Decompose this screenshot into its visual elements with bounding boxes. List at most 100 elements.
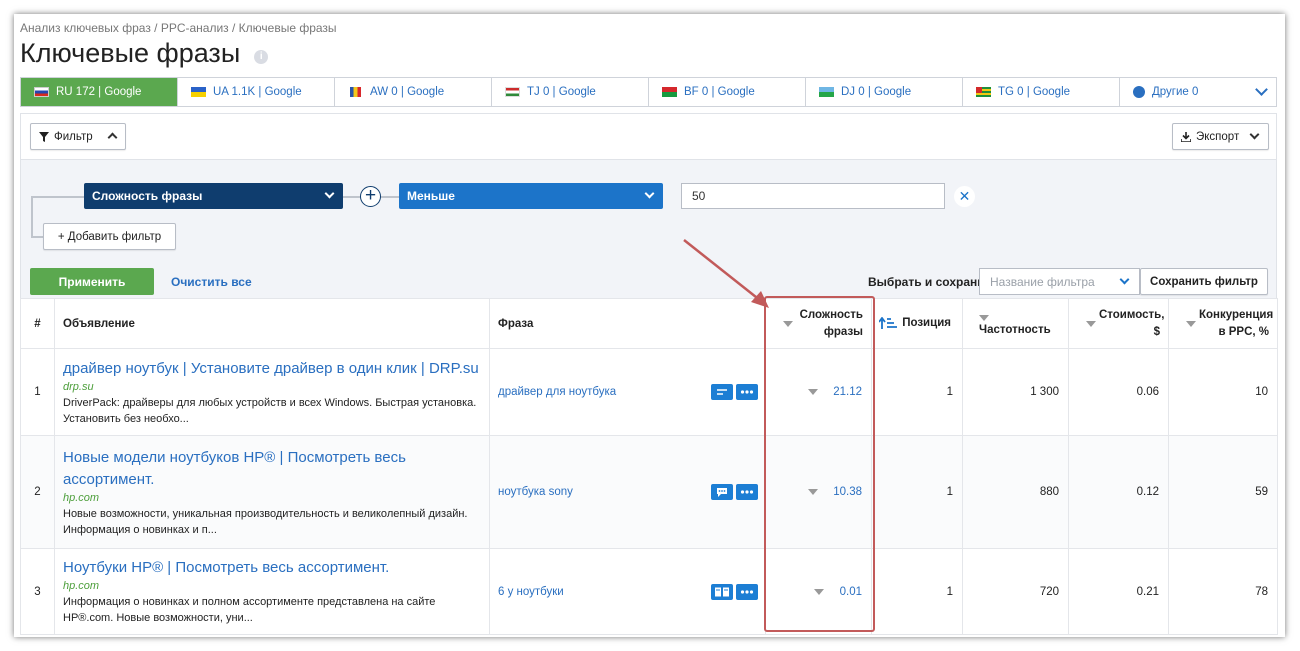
- ad-domain[interactable]: hp.com: [63, 492, 481, 504]
- phrase-link[interactable]: ноутбука sony: [498, 486, 573, 498]
- ad-cell: драйвер ноутбук | Установите драйвер в о…: [54, 348, 490, 436]
- phrase-actions: [710, 584, 758, 600]
- clear-all-link[interactable]: Очистить все: [171, 275, 252, 289]
- page-title: Ключевые фразы i: [20, 38, 269, 69]
- djibouti-flag-icon: [819, 87, 834, 97]
- chat-bubble-icon[interactable]: [710, 484, 733, 500]
- cost-cell: 0.21: [1068, 548, 1169, 635]
- chevron-up-icon: [107, 132, 118, 143]
- globe-icon: [1133, 86, 1145, 98]
- sort-icon: [979, 314, 989, 321]
- ad-cell: Новые модели ноутбуков HP® | Посмотреть …: [54, 435, 490, 549]
- tab-tg[interactable]: TG 0 | Google: [963, 78, 1120, 106]
- frequency-cell: 720: [962, 548, 1069, 635]
- aruba-flag-icon: [350, 87, 361, 97]
- tab-ru[interactable]: RU 172 | Google: [21, 78, 178, 106]
- frequency-cell: 880: [962, 435, 1069, 549]
- burkina-faso-flag-icon: [662, 87, 677, 97]
- chevron-down-icon: [1249, 129, 1260, 140]
- table-row: 1 драйвер ноутбук | Установите драйвер в…: [20, 348, 1278, 436]
- add-condition-button[interactable]: +: [360, 186, 381, 207]
- ad-domain[interactable]: drp.su: [63, 381, 481, 393]
- filter-button[interactable]: Фильтр: [30, 123, 126, 150]
- filter-operator-dropdown[interactable]: Меньше: [399, 183, 663, 209]
- ad-description: Информация о новинках и полном ассортиме…: [63, 596, 436, 624]
- filter-panel: Фильтр Экспорт Сложность фразы + Меньше …: [20, 113, 1277, 298]
- text-lines-icon[interactable]: [710, 384, 733, 400]
- phrase-cell: ноутбука sony: [489, 435, 766, 549]
- add-filter-button[interactable]: + Добавить фильтр: [43, 223, 176, 250]
- annotation-arrow-icon: [683, 239, 769, 308]
- row-num: 2: [20, 435, 55, 549]
- more-options-icon[interactable]: [736, 384, 758, 400]
- results-table: # Объявление Фраза Сложность фразы Позиц…: [20, 298, 1278, 635]
- ad-title-link[interactable]: Ноутбуки HP® | Посмотреть весь ассортиме…: [63, 557, 481, 579]
- competition-cell: 78: [1168, 548, 1278, 635]
- header-competition[interactable]: Конкуренция в PPC, %: [1168, 298, 1278, 349]
- more-options-icon[interactable]: [736, 584, 758, 600]
- ad-title-link[interactable]: Новые модели ноутбуков HP® | Посмотреть …: [63, 447, 481, 491]
- header-cost[interactable]: Стоимость, $: [1068, 298, 1169, 349]
- russia-flag-icon: [34, 87, 49, 97]
- info-icon[interactable]: i: [254, 49, 269, 64]
- ad-description: DriverPack: драйверы для любых устройств…: [63, 396, 477, 425]
- chevron-down-icon: [644, 188, 655, 199]
- table-row: 3 Ноутбуки HP® | Посмотреть весь ассорти…: [20, 548, 1278, 635]
- header-frequency[interactable]: Частотность: [962, 298, 1069, 349]
- app-frame: Анализ ключевых фраз / PPC-анализ / Ключ…: [14, 14, 1285, 637]
- position-cell: 1: [871, 435, 963, 549]
- ad-description: Новые возможности, уникальная производит…: [63, 507, 468, 536]
- ad-preview-icon[interactable]: [710, 584, 733, 600]
- difficulty-column-highlight: [764, 296, 875, 632]
- filter-name-select[interactable]: Название фильтра: [979, 268, 1140, 295]
- chevron-down-icon: [1119, 274, 1130, 285]
- tab-ua[interactable]: UA 1.1K | Google: [178, 78, 335, 106]
- cost-cell: 0.12: [1068, 435, 1169, 549]
- phrase-cell: драйвер для ноутбука: [489, 348, 766, 436]
- filter-field-dropdown[interactable]: Сложность фразы: [84, 183, 343, 209]
- region-tabs: RU 172 | Google UA 1.1K | Google AW 0 | …: [20, 77, 1277, 107]
- remove-filter-button[interactable]: ✕: [954, 186, 975, 207]
- sort-icon: [1086, 321, 1096, 327]
- panel-toolbar: Фильтр Экспорт: [21, 114, 1276, 160]
- table-row: 2 Новые модели ноутбуков HP® | Посмотрет…: [20, 435, 1278, 549]
- header-ad: Объявление: [54, 298, 490, 349]
- table-header-row: # Объявление Фраза Сложность фразы Позиц…: [20, 298, 1278, 349]
- ad-cell: Ноутбуки HP® | Посмотреть весь ассортиме…: [54, 548, 490, 635]
- ad-title-link[interactable]: драйвер ноутбук | Установите драйвер в о…: [63, 358, 481, 380]
- tab-dj[interactable]: DJ 0 | Google: [806, 78, 963, 106]
- export-button[interactable]: Экспорт: [1172, 123, 1269, 150]
- breadcrumb[interactable]: Анализ ключевых фраз / PPC-анализ / Ключ…: [20, 21, 337, 35]
- header-num: #: [20, 298, 55, 349]
- save-filter-button[interactable]: Сохранить фильтр: [1140, 268, 1268, 295]
- phrase-actions: [710, 384, 758, 400]
- row-num: 1: [20, 348, 55, 436]
- row-num: 3: [20, 548, 55, 635]
- tab-tj[interactable]: TJ 0 | Google: [492, 78, 649, 106]
- filter-connector-line: [31, 196, 33, 238]
- sort-ascending-icon: [878, 316, 897, 330]
- tab-others[interactable]: Другие 0: [1120, 78, 1276, 106]
- chevron-down-icon: [324, 188, 335, 199]
- apply-button[interactable]: Применить: [30, 268, 154, 295]
- phrase-actions: [710, 484, 758, 500]
- tab-aw[interactable]: AW 0 | Google: [335, 78, 492, 106]
- ad-domain[interactable]: hp.com: [63, 580, 481, 592]
- sort-icon: [1186, 321, 1196, 327]
- position-cell: 1: [871, 348, 963, 436]
- funnel-icon: [39, 131, 49, 142]
- competition-cell: 10: [1168, 348, 1278, 436]
- filter-connector-line: [31, 236, 43, 238]
- ukraine-flag-icon: [191, 87, 206, 97]
- download-icon: [1181, 131, 1191, 142]
- cost-cell: 0.06: [1068, 348, 1169, 436]
- competition-cell: 59: [1168, 435, 1278, 549]
- filter-value-input[interactable]: 50: [681, 183, 945, 209]
- togo-flag-icon: [976, 87, 991, 97]
- filter-connector-line: [31, 196, 85, 198]
- tab-bf[interactable]: BF 0 | Google: [649, 78, 806, 106]
- more-options-icon[interactable]: [736, 484, 758, 500]
- header-position[interactable]: Позиция: [871, 298, 963, 349]
- phrase-link[interactable]: драйвер для ноутбука: [498, 386, 616, 398]
- phrase-link[interactable]: 6 у ноутбуки: [498, 586, 564, 598]
